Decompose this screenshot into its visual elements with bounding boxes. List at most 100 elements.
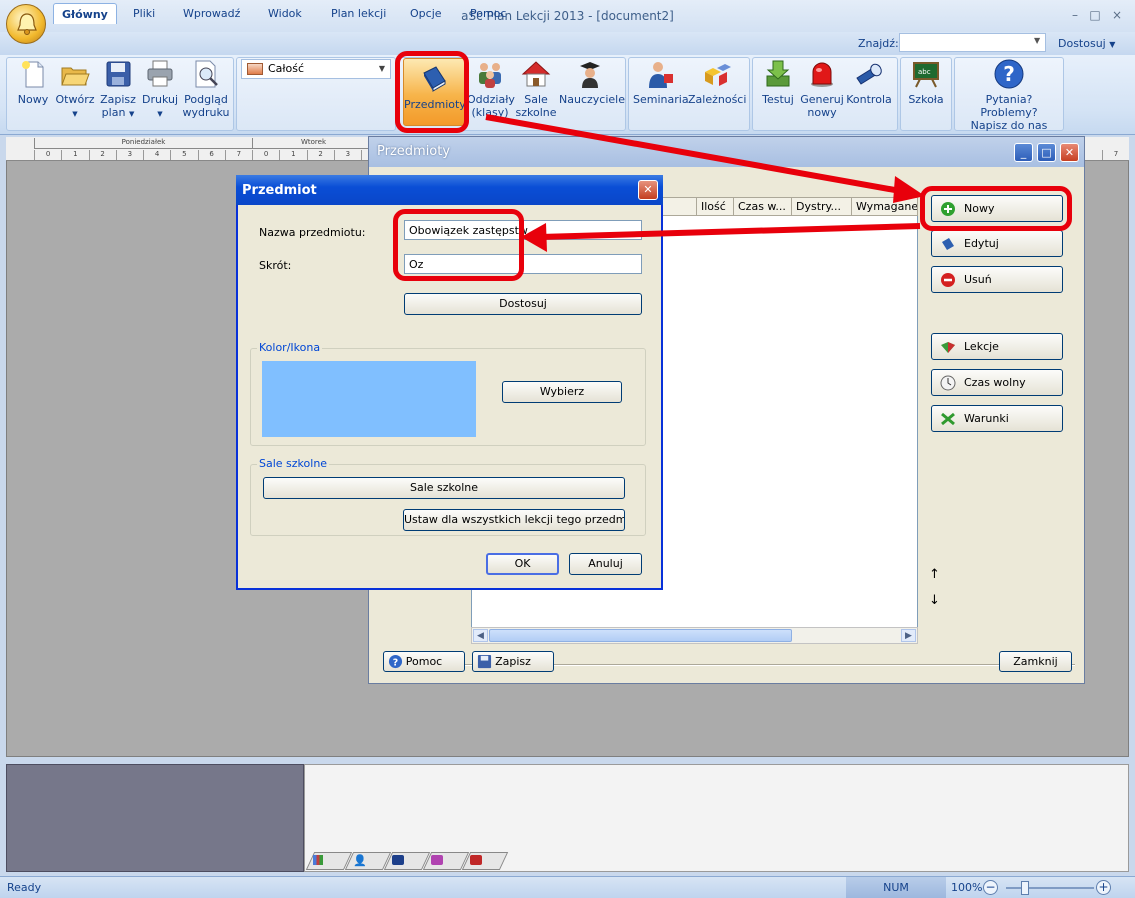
classrooms-button[interactable]: Sale szkolne <box>263 477 625 499</box>
lessons-button[interactable]: Lekcje <box>931 333 1063 360</box>
scroll-left-icon[interactable]: ◀ <box>473 629 488 642</box>
school-button[interactable]: abc Szkoła <box>904 58 948 106</box>
day-header-tuesday: Wtorek <box>252 138 374 149</box>
tab-glowny[interactable]: Główny <box>53 3 117 24</box>
ok-button[interactable]: OK <box>486 553 559 575</box>
classrooms-button[interactable]: Sale szkolne <box>514 58 558 119</box>
print-button[interactable]: Drukuj ▼ <box>140 58 180 121</box>
tab-pliki[interactable]: Pliki <box>125 3 163 24</box>
test-button[interactable]: Testuj <box>757 58 799 106</box>
zoom-in-button[interactable]: + <box>1096 880 1111 895</box>
dependencies-button[interactable]: Zależności <box>688 58 746 106</box>
subjects-minimize-button[interactable]: _ <box>1014 143 1033 162</box>
help-contact-button[interactable]: ? Pytania? Problemy? Napisz do nas <box>956 58 1062 132</box>
window-close-button[interactable]: × <box>1106 6 1128 24</box>
period-tick: 6 <box>197 150 225 160</box>
subjects-close-dialog-button[interactable]: Zamknij <box>999 651 1072 672</box>
move-down-icon[interactable]: ↓ <box>929 593 940 608</box>
students-group-icon <box>479 63 501 88</box>
book-icon <box>431 855 443 865</box>
customize-button[interactable]: Dostosuj <box>404 293 642 315</box>
subjects-list-hscrollbar[interactable]: ◀ ▶ <box>471 627 918 644</box>
period-tick: 1 <box>61 150 88 160</box>
customize-ribbon-button[interactable]: Dostosuj ▼ <box>1058 37 1115 50</box>
ribbon: Nowy Otwórz ▼ Zapisz plan ▼ Drukuj ▼ Podgl… <box>0 55 1135 135</box>
period-tick: 3 <box>333 150 361 160</box>
num-lock-indicator: NUM <box>846 877 946 898</box>
subjects-maximize-button[interactable]: □ <box>1037 143 1056 162</box>
status-bar: Ready NUM 100% − + <box>0 876 1135 898</box>
question-mark-icon: ? <box>994 59 1024 89</box>
subject-dialog-title-bar[interactable]: Przedmiot ✕ <box>236 175 663 205</box>
tab-wprowadz[interactable]: Wprowadź <box>175 3 248 24</box>
save-plan-button[interactable]: Zapisz plan ▼ <box>98 58 138 121</box>
download-arrow-icon <box>766 60 790 87</box>
tab-opcje[interactable]: Opcje <box>402 3 450 24</box>
classrooms-group-title: Sale szkolne <box>257 457 330 470</box>
generate-new-button[interactable]: Generuj nowy <box>800 58 844 119</box>
presenter-icon <box>649 62 673 88</box>
new-file-button[interactable]: Nowy <box>14 58 52 106</box>
highlight-subjects-button <box>395 51 469 133</box>
seminars-button[interactable]: Seminaria <box>633 58 689 106</box>
period-tick: 5 <box>170 150 197 160</box>
column-distribution[interactable]: Dystry... <box>791 198 851 215</box>
zoom-level: 100% <box>951 881 983 894</box>
subjects-save-button[interactable]: Zapisz <box>472 651 554 672</box>
edit-subject-button[interactable]: Edytuj <box>931 230 1063 257</box>
period-tick: 2 <box>306 150 334 160</box>
set-for-all-lessons-button[interactable]: Ustaw dla wszystkich lekcji tego przedmi… <box>403 509 625 531</box>
subjects-window-title-bar[interactable]: Przedmioty _ □ ✕ <box>369 137 1084 167</box>
zoom-slider-thumb[interactable] <box>1021 881 1029 895</box>
period-tick: 0 <box>252 150 279 160</box>
subjects-close-button[interactable]: ✕ <box>1060 143 1079 162</box>
status-text: Ready <box>7 881 42 894</box>
subject-dialog-close-button[interactable]: ✕ <box>638 180 658 200</box>
bottom-left-panel <box>6 764 304 872</box>
delete-icon <box>941 273 955 287</box>
graduation-cap-icon <box>580 62 600 88</box>
conditions-button[interactable]: Warunki <box>931 405 1063 432</box>
view-select[interactable]: Całość ▼ <box>241 59 391 79</box>
control-button[interactable]: Kontrola <box>845 58 893 106</box>
find-dropdown-icon[interactable]: ▼ <box>1034 36 1040 45</box>
graduation-cap-icon <box>392 855 404 865</box>
scroll-right-icon[interactable]: ▶ <box>901 629 916 642</box>
tab-plan-lekcji[interactable]: Plan lekcji <box>323 3 394 24</box>
teacher-icon: 👤 <box>353 854 367 867</box>
chart-icon <box>313 855 323 865</box>
column-time[interactable]: Czas w... <box>733 198 791 215</box>
classes-button[interactable]: Oddziały (klasy) <box>467 58 515 119</box>
svg-text:?: ? <box>1003 62 1015 86</box>
maximize-button[interactable]: □ <box>1084 6 1106 24</box>
subject-short-label: Skrót: <box>259 259 292 272</box>
move-up-icon[interactable]: ↑ <box>929 567 940 582</box>
column-count[interactable]: Ilość <box>696 198 733 215</box>
print-preview-icon <box>195 60 218 88</box>
free-time-button[interactable]: Czas wolny <box>931 369 1063 396</box>
print-preview-button[interactable]: Podgląd wydruku <box>182 58 230 119</box>
find-label: Znajdź: <box>858 37 899 50</box>
application-menu-button[interactable] <box>6 4 46 44</box>
choose-color-button[interactable]: Wybierz <box>502 381 622 403</box>
zoom-slider-track[interactable] <box>1006 887 1094 889</box>
delete-subject-button[interactable]: Usuń <box>931 266 1063 293</box>
subjects-help-button[interactable]: ? Pomoc <box>383 651 465 672</box>
find-input[interactable] <box>899 33 1046 52</box>
zoom-out-button[interactable]: − <box>983 880 998 895</box>
title-bar: aSc Plan Lekcji 2013 - [document2] <box>0 0 1135 32</box>
column-required[interactable]: Wymagane <box>851 198 917 215</box>
chevron-down-icon: ▼ <box>128 110 135 118</box>
cancel-button[interactable]: Anuluj <box>569 553 642 575</box>
open-file-button[interactable]: Otwórz ▼ <box>54 58 96 121</box>
clock-icon <box>940 375 956 391</box>
period-tick: 3 <box>115 150 143 160</box>
tab-widok[interactable]: Widok <box>260 3 310 24</box>
new-document-icon <box>22 61 44 88</box>
tab-pomoc[interactable]: Pomoc <box>462 3 514 24</box>
teachers-button[interactable]: Nauczyciele <box>559 58 625 106</box>
scrollbar-thumb[interactable] <box>489 629 792 642</box>
period-tick: 2 <box>88 150 116 160</box>
minimize-button[interactable]: – <box>1064 6 1086 24</box>
printer-icon <box>147 60 173 87</box>
